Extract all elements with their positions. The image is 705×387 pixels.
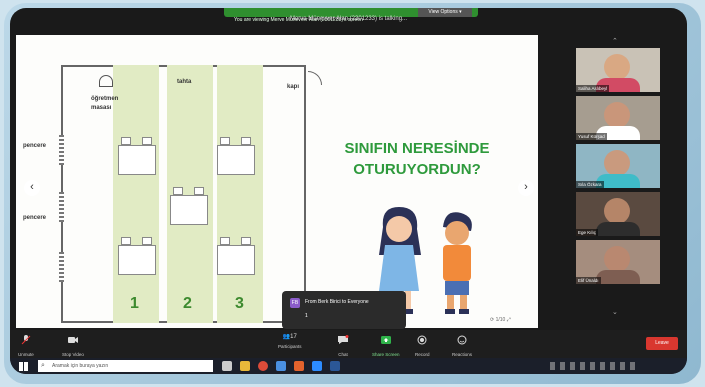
record-button[interactable]: Record: [415, 332, 430, 357]
chat-bubble-icon: [338, 335, 349, 344]
teacher-desk-label-line2: masası: [91, 105, 112, 111]
participant-video: [604, 54, 630, 80]
refresh-icon[interactable]: ⟳: [490, 317, 494, 323]
chair: [194, 187, 204, 195]
column-number-2: 2: [183, 295, 192, 312]
participant-name: Elif Ünaldı: [576, 277, 601, 284]
participant-video: [604, 246, 630, 272]
prev-slide-button[interactable]: ‹: [24, 180, 40, 196]
desk: [118, 145, 156, 175]
taskbar-search-input[interactable]: ⌕ Aramak için buraya yazın: [38, 360, 213, 372]
participant-tile[interactable]: Sıla Özkara: [576, 144, 660, 188]
slide-controls[interactable]: ⟳ 1/10 ⤢: [490, 317, 511, 323]
chair: [142, 237, 152, 245]
desk: [170, 195, 208, 225]
system-tray[interactable]: [550, 362, 640, 370]
unmute-button[interactable]: Unmute: [18, 332, 34, 357]
desk: [217, 245, 255, 275]
smiley-icon: [457, 335, 467, 345]
word-icon[interactable]: [330, 361, 340, 371]
participant-count: 17: [290, 334, 297, 340]
column-number-3: 3: [235, 295, 244, 312]
next-slide-button[interactable]: ›: [518, 180, 534, 196]
store-icon[interactable]: [276, 361, 286, 371]
slide-question: SINIFIN NERESİNDE OTURUYORDUN?: [344, 140, 490, 178]
microphone-icon: [21, 335, 31, 345]
window-mark: [59, 192, 64, 222]
classroom-map: tahta kapı öğretmen masası pencere pence…: [23, 65, 322, 323]
chair: [121, 137, 131, 145]
share-screen-icon: [380, 336, 391, 344]
participant-name: Ege Kılıç: [576, 229, 599, 236]
window-label-bottom: pencere: [23, 215, 47, 221]
speaker-title: Merve Münevver Alan (2301233) is talking…: [289, 16, 408, 22]
zoom-app-icon[interactable]: [312, 361, 322, 371]
leave-button[interactable]: Leave: [646, 337, 678, 350]
chat-message: 1: [305, 313, 308, 319]
participant-gallery: Saliha Aslıbeyl Yusuf Kürşad Sıla Özkara Eg…: [576, 48, 660, 318]
participant-tile[interactable]: Saliha Aslıbeyl: [576, 48, 660, 92]
participant-name: Sıla Özkara: [576, 181, 604, 188]
window-label-top: pencere: [23, 143, 47, 149]
meeting-toolbar: Unmute Stop Video 👥17 Participants Chat …: [10, 330, 687, 358]
participant-tile[interactable]: Yusuf Kürşad: [576, 96, 660, 140]
column-number-1: 1: [130, 295, 139, 312]
chair: [220, 137, 230, 145]
desk: [217, 145, 255, 175]
reactions-button[interactable]: Reactions: [452, 332, 472, 357]
sender-avatar: FB: [290, 298, 300, 308]
board-label: tahta: [177, 79, 192, 85]
chat-sender: From Berk Birici to Everyone: [305, 299, 369, 305]
zoom-window: You are viewing Merve Münevver Alan (230…: [10, 8, 687, 374]
participant-video: [604, 198, 630, 224]
chair: [121, 237, 131, 245]
participant-tile[interactable]: Elif Ünaldı: [576, 240, 660, 284]
share-screen-button[interactable]: Share Screen: [372, 332, 400, 357]
participant-shirt: [596, 270, 640, 284]
door-label: kapı: [287, 84, 300, 90]
participant-video: [604, 150, 630, 176]
teacher-chair-icon: [99, 75, 113, 87]
stop-video-button[interactable]: Stop Video: [62, 332, 84, 357]
participant-shirt: [596, 222, 640, 236]
file-explorer-icon[interactable]: [240, 361, 250, 371]
gallery-up-arrow[interactable]: ⌃: [612, 37, 618, 45]
door-icon: [308, 71, 322, 85]
participant-name: Saliha Aslıbeyl: [576, 85, 610, 92]
chat-notification[interactable]: FB From Berk Birici to Everyone 1: [282, 291, 406, 329]
participant-video: [604, 102, 630, 128]
task-view-icon[interactable]: [222, 361, 232, 371]
record-icon: [417, 335, 427, 345]
chair: [241, 237, 251, 245]
chair: [173, 187, 183, 195]
office-icon[interactable]: [294, 361, 304, 371]
search-icon: ⌕: [41, 362, 45, 369]
chair: [142, 137, 152, 145]
participants-button[interactable]: 👥17 Participants: [278, 332, 302, 349]
desk: [118, 245, 156, 275]
window-mark: [59, 252, 64, 282]
column-3-highlight: [217, 65, 263, 323]
chair: [241, 137, 251, 145]
shared-slide: ‹ › tahta kapı öğretmen masası pencere p…: [16, 35, 538, 328]
chrome-icon[interactable]: [258, 361, 268, 371]
fullscreen-icon[interactable]: ⤢: [507, 317, 511, 323]
chat-button[interactable]: Chat: [337, 332, 349, 357]
teacher-desk-label-line1: öğretmen: [91, 96, 119, 102]
chair: [220, 237, 230, 245]
windows-start-icon[interactable]: [19, 362, 28, 371]
participant-tile[interactable]: Ege Kılıç: [576, 192, 660, 236]
column-1-highlight: [113, 65, 159, 323]
window-mark: [59, 135, 64, 165]
video-camera-icon: [67, 337, 78, 343]
windows-taskbar: ⌕ Aramak için buraya yazın: [10, 358, 687, 374]
participant-name: Yusuf Kürşad: [576, 133, 607, 140]
gallery-down-arrow[interactable]: ⌄: [612, 308, 618, 316]
